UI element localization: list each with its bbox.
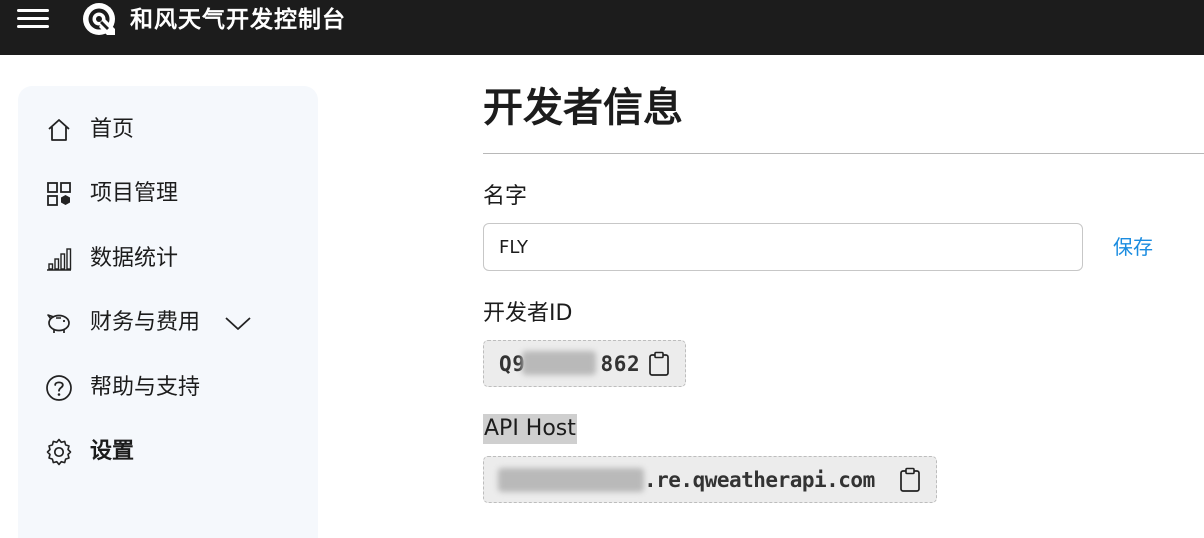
- bar-chart-icon: [47, 248, 72, 271]
- sidebar: 首页 项目管理 数据统计 财务与费用 帮助与支持 设置: [18, 86, 318, 538]
- api-host-box[interactable]: .re.qweatherapi.com: [483, 456, 937, 503]
- clipboard-icon[interactable]: [647, 351, 671, 377]
- developer-id-suffix: 862: [600, 352, 641, 376]
- sidebar-item-label: 设置: [90, 439, 135, 464]
- developer-id-label: 开发者ID: [483, 301, 573, 326]
- api-host-suffix: .re.qweatherapi.com: [644, 468, 875, 492]
- sidebar-item-label: 财务与费用: [90, 310, 201, 335]
- sidebar-item-home[interactable]: 首页: [18, 108, 318, 152]
- sidebar-item-label: 首页: [90, 117, 135, 142]
- redaction-blur: [522, 351, 596, 375]
- title-divider: [483, 153, 1204, 154]
- redaction-blur: [498, 468, 644, 492]
- sidebar-item-label: 项目管理: [90, 181, 179, 206]
- developer-id-box[interactable]: Q9 862: [483, 340, 686, 387]
- sidebar-item-projects[interactable]: 项目管理: [18, 172, 318, 216]
- name-label: 名字: [483, 184, 528, 209]
- name-input[interactable]: [483, 223, 1083, 271]
- sidebar-item-help[interactable]: 帮助与支持: [18, 366, 318, 410]
- gear-icon: [46, 438, 72, 466]
- chevron-down-icon[interactable]: [224, 309, 252, 337]
- clipboard-icon[interactable]: [898, 467, 922, 493]
- sidebar-item-finance[interactable]: 财务与费用: [18, 301, 318, 345]
- sidebar-item-statistics[interactable]: 数据统计: [18, 237, 318, 281]
- sidebar-item-label: 帮助与支持: [90, 375, 201, 400]
- api-host-label: API Host: [483, 414, 577, 444]
- sidebar-item-settings[interactable]: 设置: [18, 430, 318, 474]
- save-button[interactable]: 保存: [1113, 233, 1153, 261]
- app-title: 和风天气开发控制台: [130, 7, 346, 33]
- sidebar-item-label: 数据统计: [90, 246, 179, 271]
- page-title: 开发者信息: [483, 85, 683, 131]
- hamburger-menu-icon[interactable]: [17, 9, 49, 29]
- grid-icon: [47, 182, 71, 206]
- top-bar: 和风天气开发控制台: [0, 0, 1204, 55]
- piggy-bank-icon: [47, 314, 70, 333]
- home-icon: [48, 119, 70, 141]
- help-icon: [46, 375, 72, 401]
- swirl-logo-icon[interactable]: [78, 0, 120, 38]
